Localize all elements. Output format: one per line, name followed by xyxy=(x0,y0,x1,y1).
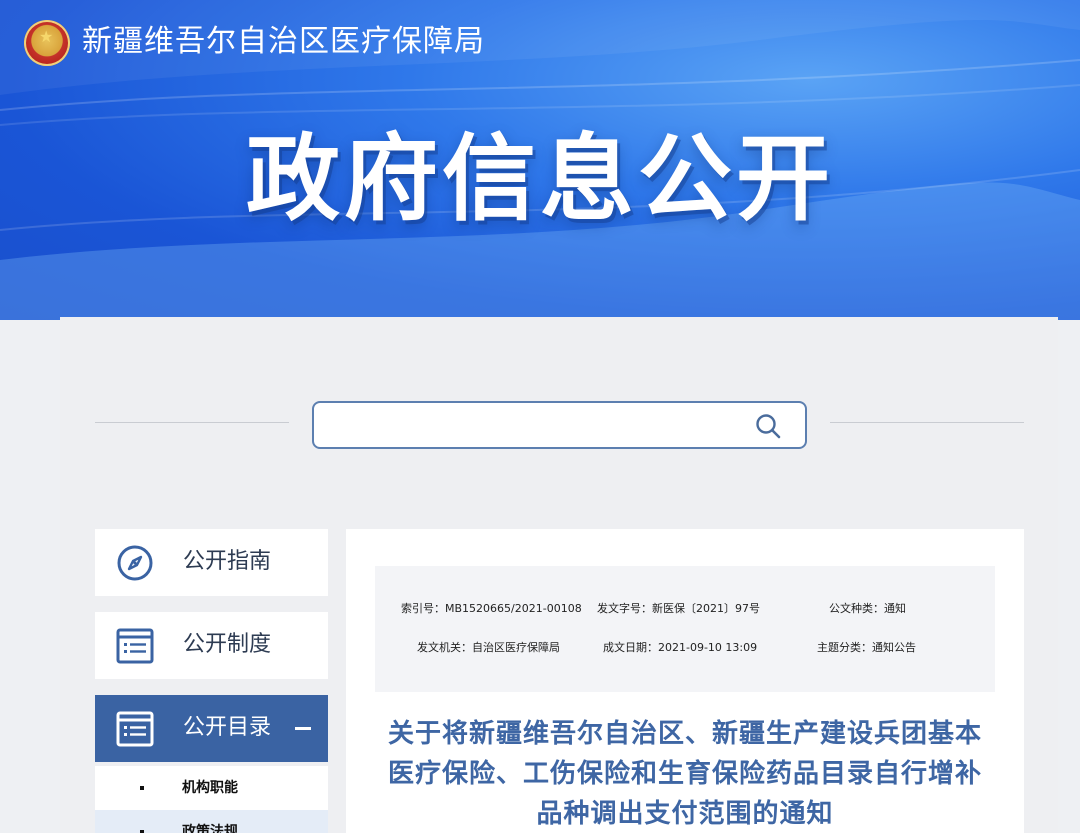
meta-topic: 主题分类：通知公告 xyxy=(817,641,916,654)
meta-doc-number: 发文字号：新医保〔2021〕97号 xyxy=(597,602,760,615)
list-icon xyxy=(116,628,154,664)
list-icon xyxy=(116,711,154,747)
document-meta-box xyxy=(375,566,995,692)
sidebar-subitem-label: 政策法规 xyxy=(182,824,238,833)
search-icon[interactable] xyxy=(755,413,781,439)
search-input[interactable] xyxy=(326,411,746,439)
sidebar-item-label: 公开指南 xyxy=(183,549,272,574)
hero-title: 政府信息公开 xyxy=(245,125,834,234)
sidebar-item-label: 公开制度 xyxy=(183,632,272,657)
sidebar-subitem-functions[interactable]: 机构职能 xyxy=(95,766,328,810)
search-divider-left xyxy=(95,422,289,423)
compass-icon xyxy=(117,545,153,581)
sidebar-item-guide[interactable]: 公开指南 xyxy=(95,529,328,596)
sidebar-subitem-policies[interactable]: 政策法规 xyxy=(95,810,328,833)
bullet-icon xyxy=(140,786,144,790)
search-box xyxy=(312,401,807,449)
star-icon: ★ xyxy=(39,27,54,46)
national-emblem-icon: ★ xyxy=(24,20,70,66)
meta-issuer: 发文机关：自治区医疗保障局 xyxy=(417,641,560,654)
sidebar-item-catalog[interactable]: 公开目录 xyxy=(95,695,328,762)
sidebar-item-label: 公开目录 xyxy=(183,715,272,740)
document-title-line: 医疗保险、工伤保险和生育保险药品目录自行增补 xyxy=(387,759,982,789)
search-divider-right xyxy=(830,422,1024,423)
meta-doc-type: 公文种类：通知 xyxy=(829,602,906,615)
meta-date: 成文日期：2021-09-10 13:09 xyxy=(603,641,758,654)
document-title-line: 关于将新疆维吾尔自治区、新疆生产建设兵团基本 xyxy=(387,719,982,749)
sidebar-item-system[interactable]: 公开制度 xyxy=(95,612,328,679)
meta-index: 索引号：MB1520665/2021-00108 xyxy=(401,602,582,615)
site-title: 新疆维吾尔自治区医疗保障局 xyxy=(82,24,485,59)
document-title-line: 品种调出支付范围的通知 xyxy=(536,799,834,829)
collapse-icon[interactable] xyxy=(295,727,311,730)
document-title: 关于将新疆维吾尔自治区、新疆生产建设兵团基本 医疗保险、工伤保险和生育保险药品目… xyxy=(370,714,1000,833)
header-banner: ★ 新疆维吾尔自治区医疗保障局 政府信息公开 xyxy=(0,0,1080,320)
sidebar-subitem-label: 机构职能 xyxy=(182,780,238,796)
